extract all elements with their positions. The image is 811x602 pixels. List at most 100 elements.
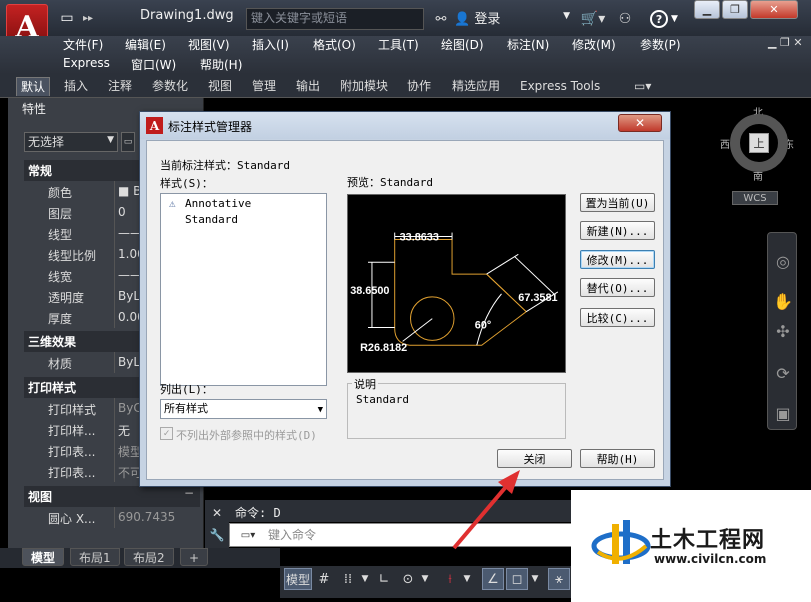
menu-bar: 文件(F) 编辑(E) 视图(V) 插入(I) 格式(O) 工具(T) 绘图(D… xyxy=(0,36,811,74)
description-group xyxy=(347,383,566,439)
chevron-down-icon[interactable]: ▼ xyxy=(462,568,472,590)
object-snap-tracking-icon[interactable]: ∠ xyxy=(482,568,504,590)
autocad-logo-icon: A xyxy=(146,117,163,134)
menu-file[interactable]: 文件(F) xyxy=(63,36,103,53)
xref-checkbox[interactable]: ✓ xyxy=(160,427,173,440)
list-label: 列出(L)： xyxy=(160,383,213,396)
prop-value: 690.7435 xyxy=(118,510,176,524)
menu-modify[interactable]: 修改(M) xyxy=(572,36,616,53)
close-icon[interactable]: ✕ xyxy=(209,505,225,521)
styles-list[interactable]: ⚠ Annotative Standard xyxy=(160,193,327,386)
selection-dropdown[interactable]: 无选择 ▼ xyxy=(24,132,118,152)
pan-icon[interactable]: ✋ xyxy=(771,289,795,313)
binoculars-icon[interactable]: ⚯ xyxy=(430,9,452,29)
steering-wheel-icon[interactable]: ◎ xyxy=(771,249,795,273)
close-window-button[interactable]: ✕ xyxy=(750,0,798,19)
menu-parametric[interactable]: 参数(P) xyxy=(640,36,681,53)
prop-label: 打印表... xyxy=(48,466,96,480)
section-view-label: 视图 xyxy=(28,490,53,504)
toggle-pickadd-icon[interactable]: ▭ xyxy=(121,132,135,152)
ribbon-tab-annotate[interactable]: 注释 xyxy=(104,77,136,96)
viewcube[interactable]: 北 西 东 南 上 xyxy=(720,104,800,184)
polar-tracking-icon[interactable]: ⊙ xyxy=(398,568,418,590)
menu-draw[interactable]: 绘图(D) xyxy=(441,36,484,53)
ribbon-toggle-icon[interactable]: ▭▾ xyxy=(630,77,655,96)
ribbon-tab-output[interactable]: 输出 xyxy=(292,77,324,96)
tab-layout1[interactable]: 布局1 xyxy=(70,548,120,566)
section-3d-label: 三维效果 xyxy=(28,335,77,349)
menu-edit[interactable]: 编辑(E) xyxy=(125,36,166,53)
grid-icon[interactable]: # xyxy=(314,568,334,590)
tab-model[interactable]: 模型 xyxy=(22,548,65,566)
dialog-close-button[interactable]: ✕ xyxy=(618,114,662,132)
compare-button[interactable]: 比较(C)... xyxy=(580,308,655,327)
xref-checkbox-label: 不列出外部参照中的样式(D) xyxy=(176,429,317,442)
mdi-window-controls[interactable]: ▁ ❐ ✕ xyxy=(768,36,811,50)
isodraft-icon[interactable]: ⟊ xyxy=(440,568,460,590)
annotation-scale-icon[interactable]: ⚹ xyxy=(548,568,570,590)
quick-access-more-icon[interactable]: ▸▸ xyxy=(80,9,96,27)
prop-label: 圆心 X... xyxy=(48,512,96,526)
list-item[interactable]: Standard xyxy=(165,212,325,228)
window-controls: ▁ ❐ ✕ xyxy=(694,0,805,20)
menu-view[interactable]: 视图(V) xyxy=(188,36,230,53)
help-button[interactable]: ? ▼ xyxy=(646,8,682,30)
list-dropdown[interactable]: 所有样式 ▼ xyxy=(160,399,327,419)
chevron-down-icon[interactable]: ▼ xyxy=(420,568,430,590)
ribbon-tab-addins[interactable]: 附加模块 xyxy=(336,77,392,96)
menu-window[interactable]: 窗口(W) xyxy=(131,56,176,73)
wcs-menu[interactable]: WCS xyxy=(732,191,778,205)
ribbon-tab-collaborate[interactable]: 协作 xyxy=(403,77,435,96)
ribbon-tab-featured-apps[interactable]: 精选应用 xyxy=(448,77,504,96)
add-layout-icon[interactable]: + xyxy=(180,548,209,566)
a360-icon[interactable]: ⚇ xyxy=(614,8,636,30)
prop-label: 图层 xyxy=(48,207,73,221)
ribbon-tab-insert[interactable]: 插入 xyxy=(60,77,92,96)
ribbon-tab-parametric[interactable]: 参数化 xyxy=(148,77,192,96)
quick-access-document-icon[interactable]: ▭ xyxy=(56,8,78,28)
set-current-button[interactable]: 置为当前(U) xyxy=(580,193,655,212)
list-item[interactable]: ⚠ Annotative xyxy=(165,196,325,212)
viewcube-top-face[interactable]: 上 xyxy=(749,133,769,153)
wrench-icon[interactable]: 🔧 xyxy=(209,527,225,543)
dialog-body: 当前标注样式：Standard 样式(S)： 预览：Standard ⚠ Anno… xyxy=(146,140,664,480)
menu-help[interactable]: 帮助(H) xyxy=(200,56,242,73)
modify-button[interactable]: 修改(M)... xyxy=(580,250,655,269)
model-space-button[interactable]: 模型 xyxy=(284,568,312,590)
infer-constraints-icon[interactable]: ∟ xyxy=(374,568,394,590)
prop-label: 打印表... xyxy=(48,445,96,459)
menu-express[interactable]: Express xyxy=(63,56,110,70)
chevron-down-icon[interactable]: ▼ xyxy=(530,568,540,590)
showmotion-icon[interactable]: ▣ xyxy=(771,401,795,425)
help-icon: ? xyxy=(650,10,669,28)
tab-layout2[interactable]: 布局2 xyxy=(124,548,174,566)
menu-dimension[interactable]: 标注(N) xyxy=(507,36,549,53)
orbit-icon[interactable]: ⟳ xyxy=(771,361,795,385)
ribbon-tab-express-tools[interactable]: Express Tools xyxy=(516,77,604,96)
chevron-down-icon: ▼ xyxy=(671,14,678,24)
search-input[interactable]: 键入关键字或短语 xyxy=(246,8,424,30)
ribbon-tab-view[interactable]: 视图 xyxy=(204,77,236,96)
autodesk-store-icon[interactable]: 🛒▾ xyxy=(575,8,611,30)
prop-row[interactable]: 圆心 X... 690.7435 xyxy=(24,507,200,528)
snap-icon[interactable]: ⁞⁞ xyxy=(338,568,358,590)
new-button[interactable]: 新建(N)... xyxy=(580,221,655,240)
login-button[interactable]: 👤 登录 ▼ xyxy=(454,8,572,30)
object-snap-icon[interactable]: ◻ xyxy=(506,568,528,590)
dialog-title: 标注样式管理器 xyxy=(168,120,253,134)
help-button[interactable]: 帮助(H) xyxy=(580,449,655,468)
civilcn-logo-icon xyxy=(591,520,651,564)
command-prompt-icon[interactable]: ▭▾ xyxy=(233,527,263,543)
zoom-extents-icon[interactable]: ✣ xyxy=(771,319,795,343)
maximize-button[interactable]: ❐ xyxy=(722,0,748,19)
menu-insert[interactable]: 插入(I) xyxy=(252,36,289,53)
ribbon-tab-manage[interactable]: 管理 xyxy=(248,77,280,96)
menu-tools[interactable]: 工具(T) xyxy=(378,36,419,53)
login-label: 登录 xyxy=(474,12,501,27)
section-view[interactable]: 视图 − xyxy=(24,486,200,507)
ribbon-tab-home[interactable]: 默认 xyxy=(16,77,51,96)
chevron-down-icon[interactable]: ▼ xyxy=(360,568,370,590)
override-button[interactable]: 替代(O)... xyxy=(580,278,655,297)
menu-format[interactable]: 格式(O) xyxy=(313,36,356,53)
minimize-button[interactable]: ▁ xyxy=(694,0,720,19)
